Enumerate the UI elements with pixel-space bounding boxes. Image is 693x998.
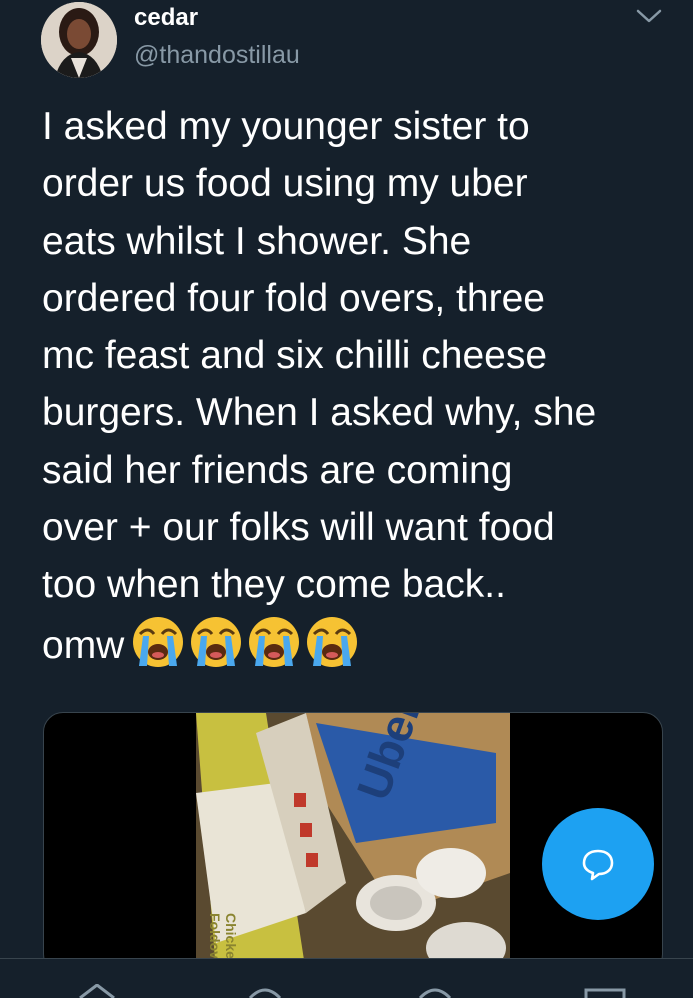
- search-icon[interactable]: [240, 984, 290, 998]
- chevron-down-icon[interactable]: [634, 6, 664, 26]
- avatar-photo: [41, 2, 117, 78]
- food-delivery-photo: Uber Eats Chicken Foldover: [196, 713, 510, 973]
- tweet-text: I asked my younger sister to order us fo…: [42, 98, 672, 674]
- author-name[interactable]: cedar: [134, 4, 198, 32]
- compose-reply-icon: [582, 849, 614, 881]
- loudly-crying-face-icon: [191, 616, 242, 667]
- notifications-icon[interactable]: [410, 984, 460, 998]
- loudly-crying-face-icon: [249, 616, 300, 667]
- author-avatar[interactable]: [41, 2, 117, 78]
- messages-icon[interactable]: [580, 984, 630, 998]
- author-handle[interactable]: @thandostillau: [134, 41, 300, 70]
- loudly-crying-face-icon: [133, 616, 184, 667]
- bottom-nav: [0, 958, 693, 998]
- tweet-text-content: I asked my younger sister to order us fo…: [42, 105, 597, 667]
- loudly-crying-face-icon: [307, 616, 358, 667]
- home-icon[interactable]: [72, 984, 122, 998]
- emoji-row: [130, 614, 360, 670]
- compose-button[interactable]: [542, 808, 654, 920]
